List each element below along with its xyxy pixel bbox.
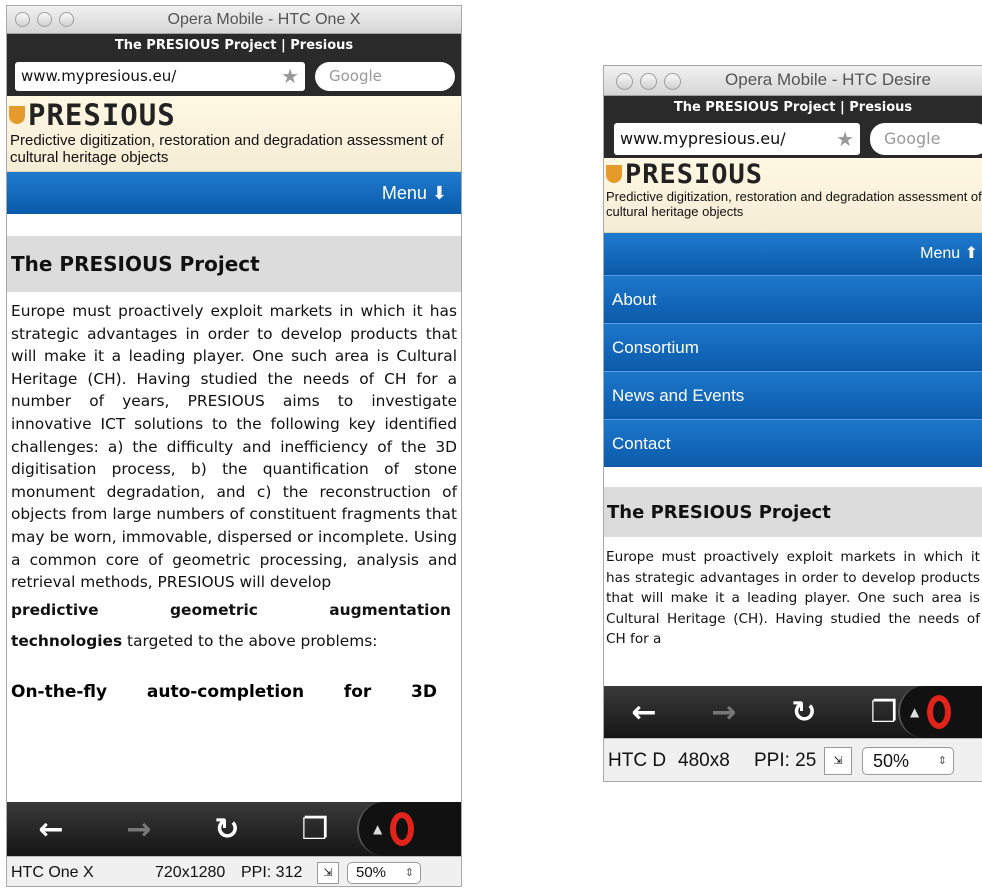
opera-menu-button[interactable]: ▲ xyxy=(898,686,982,738)
tabs-icon[interactable]: ❐ xyxy=(271,812,359,847)
url-text: www.mypresious.eu/ xyxy=(620,129,786,148)
search-input[interactable]: Google xyxy=(870,123,982,155)
close-window-button[interactable] xyxy=(616,73,633,90)
minimize-window-button[interactable] xyxy=(640,73,657,90)
site-logo[interactable]: PRESIOUS xyxy=(604,158,982,190)
rotate-icon[interactable]: ⇲ xyxy=(317,861,339,884)
bookmark-star-icon[interactable]: ★ xyxy=(281,62,299,91)
logo-text: PRESIOUS xyxy=(625,158,764,190)
subheading-word: for xyxy=(343,681,372,702)
page-title: The PRESIOUS Project | Presious xyxy=(604,96,982,120)
subheading: On-the-fly auto-completion for 3D xyxy=(7,682,461,702)
window-title: Opera Mobile - HTC One X xyxy=(167,11,361,28)
forward-icon[interactable]: → xyxy=(95,812,183,847)
triangle-up-icon: ▲ xyxy=(910,705,920,719)
logo-mark-icon xyxy=(606,165,622,183)
nav-menu: About Consortium News and Events Contact xyxy=(604,275,982,467)
zoom-value: 50% xyxy=(356,863,387,881)
device-ppi: PPI: 25 xyxy=(754,750,817,771)
site-header: PRESIOUS Predictive digitization, restor… xyxy=(7,96,461,172)
browser-toolbar: ← → ↻ ❐ ▲ xyxy=(604,686,982,738)
rotate-icon[interactable]: ⇲ xyxy=(824,747,852,775)
emulator-status-bar: HTC D 480x8 PPI: 25 ⇲ 50% ⇕ xyxy=(604,738,982,781)
section-title: The PRESIOUS Project xyxy=(7,236,461,292)
triangle-up-icon: ▲ xyxy=(373,822,383,836)
subheading-word: On-the-fly xyxy=(11,681,108,702)
bold-word: geometric xyxy=(170,600,258,619)
emulator-status-bar: HTC One X 720x1280 PPI: 312 ⇲ 50% ⇕ xyxy=(7,856,461,886)
opera-logo-icon xyxy=(390,812,415,846)
menu-toggle[interactable]: Menu ⬇ xyxy=(7,172,461,214)
menu-item-contact[interactable]: Contact xyxy=(604,419,982,467)
device-resolution: 480x8 xyxy=(678,750,730,771)
back-icon[interactable]: ← xyxy=(7,812,95,847)
device-name: HTC D xyxy=(608,750,667,771)
bold-word: augmentation xyxy=(329,600,451,619)
reload-icon[interactable]: ↻ xyxy=(183,812,271,847)
article-body: Europe must proactively exploit markets … xyxy=(606,549,980,647)
opera-menu-button[interactable]: ▲ xyxy=(357,802,461,856)
section-title: The PRESIOUS Project xyxy=(604,487,982,537)
zoom-select[interactable]: 50% ⇕ xyxy=(347,861,421,884)
subheading-word: auto-completion xyxy=(146,681,305,702)
zoom-select[interactable]: 50% ⇕ xyxy=(862,747,954,775)
bold-phrase-line: predictive geometric augmentation xyxy=(11,594,457,626)
device-resolution: 720x1280 xyxy=(155,863,226,881)
device-ppi: PPI: 312 xyxy=(241,863,303,881)
address-bar: www.mypresious.eu/ ★ Google xyxy=(604,120,982,158)
search-input[interactable]: Google xyxy=(315,62,455,91)
minimize-window-button[interactable] xyxy=(37,12,52,27)
bold-word: predictive xyxy=(11,600,99,619)
menu-item-about[interactable]: About xyxy=(604,275,982,323)
site-logo[interactable]: PRESIOUS xyxy=(7,96,461,132)
select-arrows-icon: ⇕ xyxy=(937,755,947,767)
menu-label: Menu xyxy=(381,183,427,203)
menu-label: Menu xyxy=(920,245,961,262)
url-text: www.mypresious.eu/ xyxy=(21,67,177,85)
close-window-button[interactable] xyxy=(15,12,30,27)
bookmark-star-icon[interactable]: ★ xyxy=(836,123,854,155)
window-title: Opera Mobile - HTC Desire xyxy=(725,70,931,89)
zoom-value: 50% xyxy=(873,751,910,771)
subheading-word: 3D xyxy=(411,681,437,702)
site-header: PRESIOUS Predictive digitization, restor… xyxy=(604,158,982,233)
back-icon[interactable]: ← xyxy=(604,695,684,730)
page-title: The PRESIOUS Project | Presious xyxy=(7,34,461,58)
address-bar: www.mypresious.eu/ ★ Google xyxy=(7,58,461,96)
bold-word: technologies xyxy=(11,631,123,650)
select-arrows-icon: ⇕ xyxy=(404,866,414,879)
browser-toolbar: ← → ↻ ❐ ▲ xyxy=(7,802,461,856)
forward-icon[interactable]: → xyxy=(684,695,764,730)
emulator-window-htc-one-x: Opera Mobile - HTC One X The PRESIOUS Pr… xyxy=(6,5,462,887)
menu-item-news-and-events[interactable]: News and Events xyxy=(604,371,982,419)
arrow-down-icon: ⬇ xyxy=(431,183,447,203)
window-titlebar: Opera Mobile - HTC Desire xyxy=(604,66,982,96)
device-name: HTC One X xyxy=(11,863,94,881)
logo-mark-icon xyxy=(9,106,25,124)
body-tail: targeted to the above problems: xyxy=(122,631,378,650)
menu-item-consortium[interactable]: Consortium xyxy=(604,323,982,371)
article-body: Europe must proactively exploit markets … xyxy=(7,292,461,656)
site-tagline: Predictive digitization, restoration and… xyxy=(606,189,982,219)
logo-text: PRESIOUS xyxy=(28,98,176,132)
url-input[interactable]: www.mypresious.eu/ ★ xyxy=(15,62,305,91)
body-paragraph: Europe must proactively exploit markets … xyxy=(11,302,457,592)
opera-logo-icon xyxy=(927,695,952,729)
site-tagline: Predictive digitization, restoration and… xyxy=(10,132,444,167)
emulator-window-htc-desire: Opera Mobile - HTC Desire The PRESIOUS P… xyxy=(603,65,982,782)
window-titlebar: Opera Mobile - HTC One X xyxy=(7,6,461,34)
reload-icon[interactable]: ↻ xyxy=(764,695,844,730)
menu-toggle[interactable]: Menu ⬆ xyxy=(604,233,982,275)
url-input[interactable]: www.mypresious.eu/ ★ xyxy=(614,123,860,155)
arrow-up-icon: ⬆ xyxy=(964,245,978,262)
